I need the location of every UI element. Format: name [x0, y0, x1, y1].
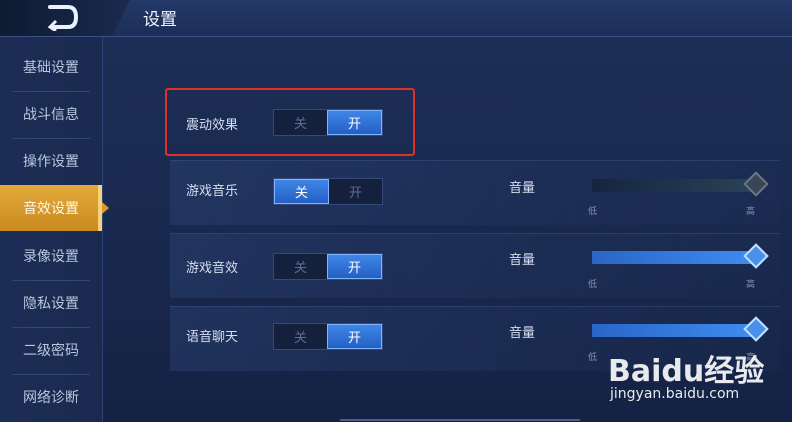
game-music-toggle[interactable]: 关 开 — [273, 178, 383, 205]
slider-low-label: 低 — [588, 280, 598, 290]
toggle-on-option[interactable]: 开 — [329, 179, 382, 204]
volume-label: 音量 — [509, 181, 536, 196]
voice-chat-volume-slider[interactable] — [592, 316, 769, 342]
toggle-off-option[interactable]: 关 — [274, 254, 327, 279]
sidebar-item-battle-info[interactable]: 战斗信息 — [0, 91, 102, 137]
slider-fill — [592, 251, 756, 264]
toggle-off-option[interactable]: 关 — [274, 179, 329, 204]
slider-low-label: 低 — [588, 353, 598, 363]
toggle-on-option[interactable]: 开 — [327, 254, 382, 279]
setting-row-game-music: 游戏音乐 关 开 音量 低 高 — [170, 160, 780, 225]
toggle-on-option[interactable]: 开 — [327, 324, 382, 349]
slider-low-label: 低 — [588, 207, 598, 217]
slider-handle[interactable] — [743, 243, 769, 269]
sidebar-item-privacy[interactable]: 隐私设置 — [0, 280, 102, 326]
scroll-indicator — [340, 419, 580, 421]
sidebar-item-recording[interactable]: 录像设置 — [0, 233, 102, 279]
setting-label: 游戏音乐 — [186, 184, 239, 199]
slider-high-label: 高 — [746, 280, 756, 290]
annotation-highlight-box — [165, 88, 415, 156]
sidebar: 基础设置 战斗信息 操作设置 音效设置 录像设置 隐私设置 二级密码 网络诊断 — [0, 37, 109, 422]
sidebar-item-basic[interactable]: 基础设置 — [0, 44, 102, 90]
sidebar-item-sound[interactable]: 音效设置 — [0, 185, 109, 231]
slider-handle[interactable] — [743, 171, 769, 197]
slider-handle[interactable] — [743, 316, 769, 342]
setting-label: 游戏音效 — [186, 261, 239, 276]
sidebar-item-secondary-password[interactable]: 二级密码 — [0, 327, 102, 373]
watermark-url: jingyan.baidu.com — [610, 386, 740, 402]
baidu-jingyan-watermark: Baidu经验 jingyan.baidu.com — [608, 346, 788, 416]
setting-row-game-sfx: 游戏音效 关 开 音量 低 高 — [170, 233, 780, 298]
game-sfx-toggle[interactable]: 关 开 — [273, 253, 383, 280]
sidebar-item-controls[interactable]: 操作设置 — [0, 138, 102, 184]
slider-high-label: 高 — [746, 207, 756, 217]
volume-label: 音量 — [509, 326, 536, 341]
volume-label: 音量 — [509, 253, 536, 268]
voice-chat-toggle[interactable]: 关 开 — [273, 323, 383, 350]
back-arrow-icon — [47, 5, 79, 31]
game-sfx-volume-slider[interactable] — [592, 243, 769, 269]
toggle-off-option[interactable]: 关 — [274, 324, 327, 349]
game-music-volume-slider[interactable] — [592, 171, 769, 197]
setting-label: 语音聊天 — [186, 330, 239, 345]
back-button[interactable] — [0, 0, 130, 36]
page-title: 设置 — [143, 10, 177, 30]
watermark-logo: Baidu经验 — [608, 354, 765, 389]
slider-fill — [592, 324, 756, 337]
header-bar: 设置 — [0, 0, 792, 37]
sidebar-item-network-diagnosis[interactable]: 网络诊断 — [0, 374, 102, 420]
